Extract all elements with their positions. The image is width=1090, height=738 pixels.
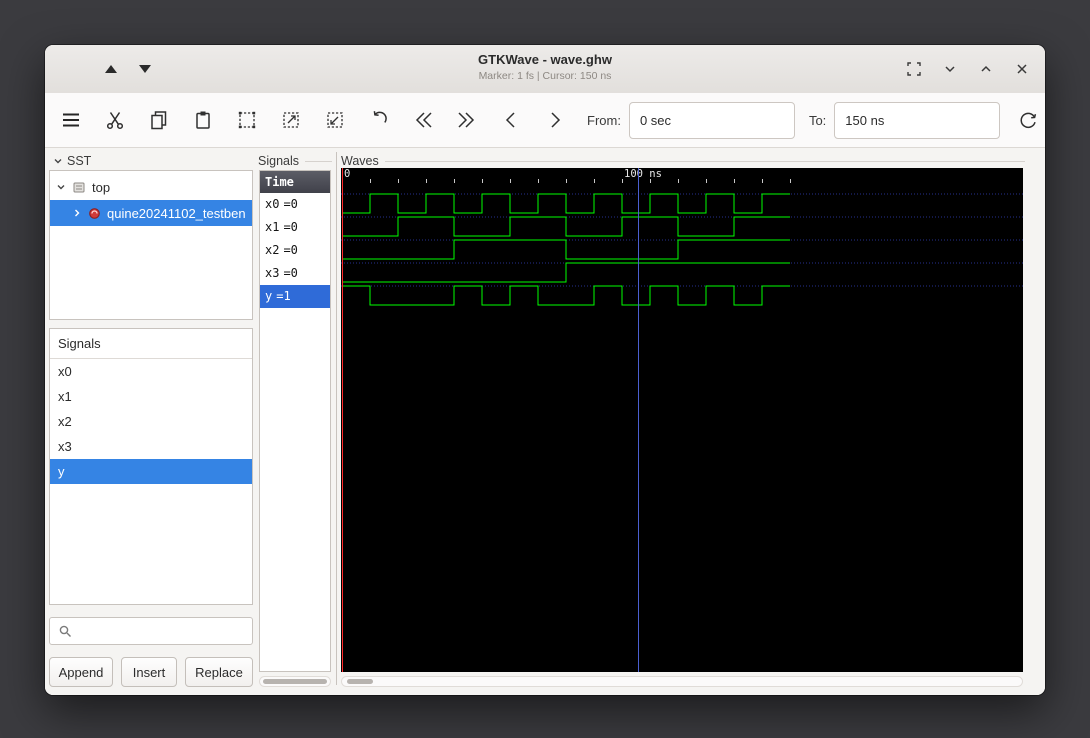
from-input[interactable] <box>628 101 795 139</box>
signal-name: x1 <box>265 220 280 234</box>
signal-list: Signals x0 x1 x2 x3 y <box>49 328 253 605</box>
skip-to-end-icon[interactable] <box>455 108 479 132</box>
titlebar[interactable]: GTKWave - wave.ghw Marker: 1 fs | Cursor… <box>45 45 1045 94</box>
svg-text:0: 0 <box>344 168 350 180</box>
signal-value: =0 <box>283 197 298 211</box>
scrollbar-thumb[interactable] <box>263 679 327 684</box>
step-left-icon[interactable] <box>499 108 523 132</box>
list-item[interactable]: x0 <box>50 359 252 384</box>
undo-icon[interactable] <box>367 108 391 132</box>
list-item-selected[interactable]: y <box>50 459 252 484</box>
signal-value-row[interactable]: x3 =0 <box>260 262 330 285</box>
signal-value-row[interactable]: x2 =0 <box>260 239 330 262</box>
frame-line <box>384 160 1025 162</box>
wave-plot[interactable]: 0 100 ns <box>341 168 1023 672</box>
window-subtitle: Marker: 1 fs | Cursor: 150 ns <box>478 70 612 82</box>
waves-pane-label: Waves <box>341 154 379 168</box>
waves-hscrollbar[interactable] <box>341 676 1023 687</box>
toolbar: From: To: <box>45 93 1045 148</box>
signal-value: =1 <box>276 289 291 303</box>
values-hscrollbar[interactable] <box>259 676 331 687</box>
triangle-up-icon[interactable] <box>105 65 117 73</box>
chevron-down-icon[interactable] <box>939 58 961 80</box>
insert-button[interactable]: Insert <box>121 657 177 687</box>
zoom-in-icon[interactable] <box>279 108 303 132</box>
signal-search[interactable] <box>49 617 258 645</box>
zoom-fit-icon[interactable] <box>235 108 259 132</box>
chevron-down-icon[interactable] <box>56 182 66 192</box>
sst-label: SST <box>67 154 92 168</box>
pane-splitter[interactable] <box>336 152 337 685</box>
signal-name: y <box>265 289 273 303</box>
to-label: To: <box>808 112 827 128</box>
paste-icon[interactable] <box>191 108 215 132</box>
tree-item-testbench[interactable]: quine20241102_testben <box>50 200 252 226</box>
search-icon <box>58 624 72 638</box>
signal-name: x3 <box>265 266 280 280</box>
list-item[interactable]: x3 <box>50 434 252 459</box>
chevron-right-icon[interactable] <box>72 208 82 218</box>
close-icon[interactable] <box>1011 58 1033 80</box>
step-right-icon[interactable] <box>543 108 567 132</box>
signal-name: x2 <box>265 243 280 257</box>
tree-item-label: top <box>92 179 111 195</box>
triangle-down-icon[interactable] <box>139 65 151 73</box>
signal-values-panel: Time x0 =0 x1 =0 x2 =0 x3 =0 y =1 <box>259 170 331 672</box>
copy-icon[interactable] <box>147 108 171 132</box>
module-icon <box>72 180 86 194</box>
signal-list-header: Signals <box>50 329 252 359</box>
to-input[interactable] <box>834 101 1001 139</box>
signal-value: =0 <box>283 243 298 257</box>
main-area: SST top quine20241102_testben Signals x0… <box>45 148 1045 695</box>
sst-tree: top quine20241102_testben <box>49 170 253 320</box>
signal-value-row-selected[interactable]: y =1 <box>260 285 330 308</box>
signal-name: x0 <box>265 197 280 211</box>
time-column-header[interactable]: Time <box>260 171 330 193</box>
signal-value: =0 <box>283 220 298 234</box>
sst-header[interactable]: SST <box>53 154 91 168</box>
menu-icon[interactable] <box>59 108 83 132</box>
reload-icon[interactable] <box>1016 108 1040 132</box>
replace-button[interactable]: Replace <box>185 657 253 687</box>
entity-icon <box>88 207 101 220</box>
frame-line <box>305 160 332 162</box>
append-button[interactable]: Append <box>49 657 113 687</box>
list-item[interactable]: x1 <box>50 384 252 409</box>
zoom-out-icon[interactable] <box>323 108 347 132</box>
unfullscreen-icon[interactable] <box>903 58 925 80</box>
signals-pane-label: Signals <box>258 154 299 168</box>
tree-item-label: quine20241102_testben <box>107 205 246 221</box>
signal-value: =0 <box>283 266 298 280</box>
from-label: From: <box>587 112 621 128</box>
waveform-canvas[interactable]: 0 100 ns <box>341 168 1023 672</box>
svg-text:100 ns: 100 ns <box>624 168 662 180</box>
window-title: GTKWave - wave.ghw <box>478 52 612 67</box>
scrollbar-thumb[interactable] <box>347 679 373 684</box>
gtkwave-window: GTKWave - wave.ghw Marker: 1 fs | Cursor… <box>45 45 1045 695</box>
list-item[interactable]: x2 <box>50 409 252 434</box>
search-input[interactable] <box>78 617 258 645</box>
tree-item-top[interactable]: top <box>50 174 252 200</box>
skip-to-start-icon[interactable] <box>411 108 435 132</box>
signal-value-row[interactable]: x0 =0 <box>260 193 330 216</box>
signal-value-row[interactable]: x1 =0 <box>260 216 330 239</box>
cut-icon[interactable] <box>103 108 127 132</box>
chevron-up-icon[interactable] <box>975 58 997 80</box>
chevron-down-icon <box>53 156 63 166</box>
